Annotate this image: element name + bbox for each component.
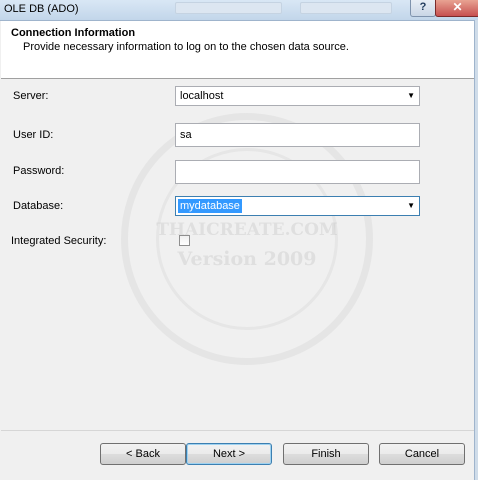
close-icon: ✕ — [452, 0, 463, 14]
footer-divider — [1, 430, 474, 431]
finish-button[interactable]: Finish — [283, 443, 369, 465]
window-frame-edge — [474, 20, 478, 480]
dropdown-arrow-icon[interactable]: ▼ — [407, 199, 415, 213]
wizard-header: Connection Information Provide necessary… — [1, 21, 474, 79]
watermark-seal: THAICREATE.COM Version 2009 — [121, 113, 373, 365]
help-button[interactable]: ? — [410, 0, 436, 17]
password-label: Password: — [13, 165, 65, 177]
background-window-ghost — [175, 2, 282, 14]
database-label: Database: — [13, 200, 64, 212]
database-combobox[interactable]: mydatabase ▼ — [175, 196, 420, 216]
user-id-value: sa — [180, 129, 192, 141]
server-label: Server: — [13, 90, 49, 102]
dropdown-arrow-icon[interactable]: ▼ — [407, 89, 415, 103]
user-id-input[interactable]: sa — [175, 123, 420, 147]
integrated-security-checkbox[interactable] — [179, 235, 190, 246]
cancel-button[interactable]: Cancel — [379, 443, 465, 465]
header-title: Connection Information — [11, 27, 136, 39]
database-value: mydatabase — [178, 199, 242, 213]
integrated-security-label: Integrated Security: — [11, 235, 107, 247]
user-id-label: User ID: — [13, 129, 54, 141]
next-button[interactable]: Next > — [186, 443, 272, 465]
title-bar[interactable]: OLE DB (ADO) ? ✕ — [0, 0, 478, 21]
background-window-ghost — [300, 2, 392, 14]
close-button[interactable]: ✕ — [435, 0, 478, 17]
server-value: localhost — [180, 90, 224, 102]
back-button[interactable]: < Back — [100, 443, 186, 465]
server-combobox[interactable]: localhost ▼ — [175, 86, 420, 106]
watermark-version: Version 2009 — [177, 248, 317, 270]
window-title: OLE DB (ADO) — [4, 3, 79, 15]
password-input[interactable] — [175, 160, 420, 184]
header-description: Provide necessary information to log on … — [23, 41, 349, 53]
ole-db-dialog: OLE DB (ADO) ? ✕ Connection Information … — [0, 0, 478, 480]
watermark-text: THAICREATE.COM — [156, 220, 338, 240]
help-icon: ? — [419, 1, 427, 13]
